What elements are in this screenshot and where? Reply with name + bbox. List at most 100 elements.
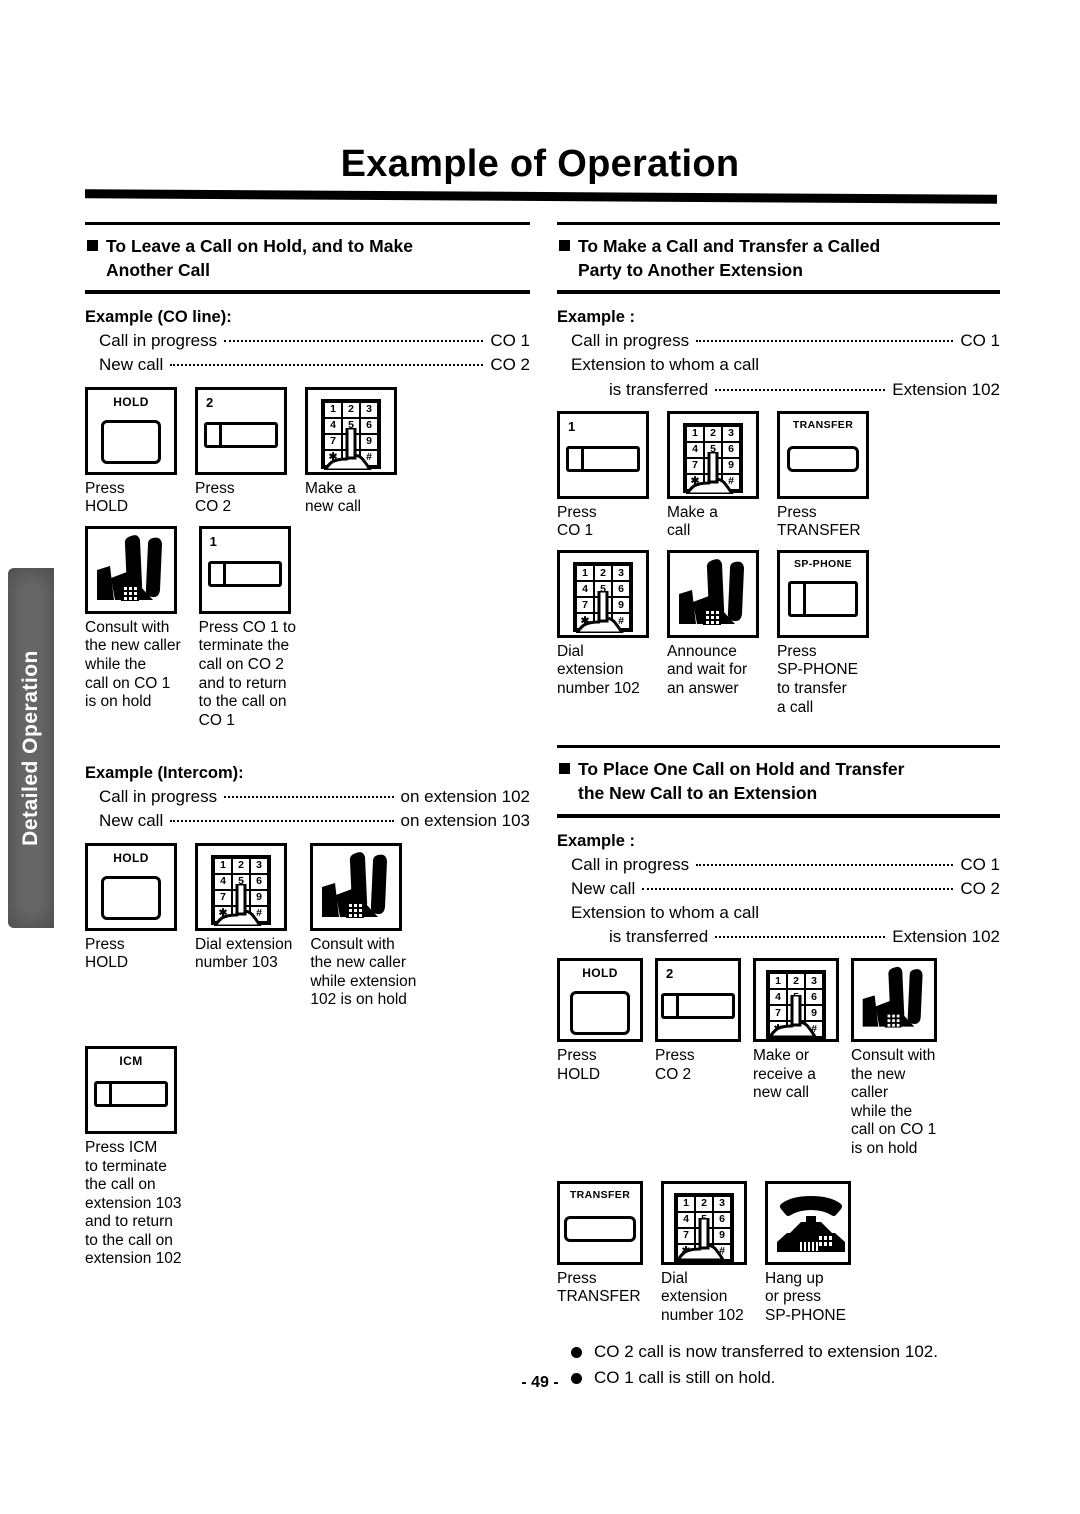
section-leave-call-on-hold: To Leave a Call on Hold, and to Make Ano… [85, 222, 530, 295]
finger-icon [769, 995, 817, 1037]
example-row-label: is transferred [609, 379, 709, 399]
example-row-label: is transferred [609, 926, 709, 946]
step: Announce and wait for an answer [667, 549, 759, 717]
icm-button-icon: ICM [85, 1045, 177, 1134]
led-indicator [791, 583, 806, 614]
step-caption: Dial extension number 103 [195, 935, 293, 972]
step: 123456789✱0# Make a call [667, 410, 759, 541]
step-caption: Press SP-PHONE to transfer a call [777, 642, 858, 716]
leader-dots [224, 340, 484, 343]
example-row: Extension to whom a call [557, 353, 1000, 377]
section-heading-line2: the New Call to an Extension [578, 783, 818, 804]
example-row-label: New call [99, 355, 164, 375]
example-row: New call on extension 103 [85, 809, 530, 833]
example-row-value: CO 2 [960, 878, 1000, 898]
keypad-key: 3 [613, 565, 629, 580]
leader-dots [696, 340, 954, 343]
hold-button-label: HOLD [113, 850, 149, 865]
steps-row: Consult with the new caller while the ca… [85, 525, 530, 731]
section-rule-bottom [557, 290, 1000, 295]
finger-icon [324, 427, 372, 470]
step: Consult with the new caller while extens… [310, 842, 416, 1010]
keypad-press-icon: 123456789✱0# [667, 410, 759, 499]
step-caption: Press TRANSFER [777, 503, 861, 540]
keypad-press-icon: 123456789✱0# [305, 386, 397, 475]
step-caption: Make a new call [305, 479, 361, 516]
leader-dots [715, 935, 886, 938]
co-line-number: 2 [206, 394, 214, 410]
co-line-number: 1 [209, 533, 217, 549]
step-caption: Press HOLD [85, 935, 129, 972]
leader-dots [715, 388, 886, 391]
section-heading-line1: To Make a Call and Transfer a Called [578, 236, 881, 256]
step: Consult with the new caller while the ca… [85, 525, 181, 731]
keypad-key: 2 [233, 858, 249, 873]
manual-page: Example of Operation To Leave a Call on … [0, 0, 1080, 1514]
keypad-press-icon: 123456789✱0# [661, 1180, 747, 1265]
example-intercom: Example (Intercom): Call in progress on … [85, 764, 530, 1269]
example-row: is transferred Extension 102 [557, 378, 1000, 402]
example-row-label: Call in progress [571, 331, 690, 351]
led-indicator [569, 448, 584, 469]
step: 2 Press CO 2 [655, 958, 741, 1159]
section-place-call-hold-transfer: To Place One Call on Hold and Transfer t… [557, 745, 1000, 818]
example-row: Call in progress on extension 102 [85, 785, 530, 809]
section-make-call-transfer: To Make a Call and Transfer a Called Par… [557, 222, 1000, 295]
steps-row: ICM Press ICM to terminate the call on e… [85, 1045, 530, 1269]
page-number: - 49 - [521, 1374, 559, 1391]
step: 2 Press CO 2 [195, 386, 287, 517]
finger-icon [576, 590, 624, 633]
finger-icon [214, 883, 262, 926]
step: 123456789✱0# Dial extension number 102 [557, 549, 649, 717]
round-bullet-icon [571, 1347, 582, 1359]
step-caption: Make or receive a new call [753, 1047, 816, 1102]
keypad-key: 3 [361, 402, 377, 417]
key-face [564, 1215, 636, 1242]
handset-consult-icon [85, 525, 177, 614]
steps-row: TRANSFER Press TRANSFER 123456789✱0# Dia… [557, 1180, 1000, 1326]
key-face [788, 580, 858, 617]
square-bullet-icon [87, 240, 98, 251]
led-indicator [207, 424, 222, 445]
step: 123456789✱0# Dial extension number 102 [661, 1180, 747, 1326]
step-caption: Press CO 2 [195, 479, 235, 516]
keypad-key: 1 [678, 1196, 694, 1211]
example-row-label: New call [571, 878, 636, 898]
step-caption: Announce and wait for an answer [667, 642, 748, 698]
telephone-handset-icon [322, 851, 388, 918]
step: HOLD Press HOLD [557, 958, 643, 1159]
example-row-label: Extension to whom a call [571, 902, 760, 922]
co-button-2-icon: 2 [655, 958, 741, 1042]
example-row-label: Extension to whom a call [571, 355, 760, 375]
step-caption: Press HOLD [85, 479, 129, 516]
telephone-handset-icon [97, 534, 162, 601]
hold-button-icon: HOLD [85, 386, 177, 475]
co-button-1-icon: 1 [198, 525, 291, 614]
step-caption: Dial extension number 102 [661, 1269, 744, 1324]
led-indicator [211, 563, 226, 584]
sp-phone-button-label: SP-PHONE [793, 557, 853, 570]
keypad-key: 3 [251, 858, 267, 873]
steps-row: 123456789✱0# Dial extension number 102 [557, 549, 1000, 717]
square-bullet-icon [559, 763, 570, 775]
transfer-button-label: TRANSFER [569, 1188, 631, 1201]
step: Consult with the new caller while the ca… [851, 958, 937, 1159]
example-row-value: CO 1 [960, 854, 1000, 874]
key-face [101, 875, 161, 920]
step-caption: Consult with the new caller while the ca… [851, 1047, 937, 1157]
steps-row: HOLD Press HOLD 2 Press CO 2 123456789✱0… [557, 958, 1000, 1159]
hold-button-icon: HOLD [557, 958, 643, 1042]
section-heading: To Make a Call and Transfer a Called Par… [557, 225, 1000, 290]
note-item: CO 2 call is now transferred to extensio… [571, 1341, 1000, 1364]
example-title: Example : [557, 831, 635, 850]
leader-dots [696, 863, 954, 866]
sp-phone-button-icon: SP-PHONE [777, 549, 869, 638]
icm-button-label: ICM [119, 1053, 143, 1068]
section-rule-bottom [85, 290, 530, 295]
section-heading-line2: Party to Another Extension [578, 260, 803, 281]
step-caption: Press CO 1 to terminate the call on CO 2… [198, 618, 296, 729]
step-caption: Consult with the new caller while the ca… [85, 618, 181, 711]
step-caption: Press HOLD [557, 1047, 601, 1083]
step: 123456789✱0# Dial extension number 103 [195, 842, 293, 1010]
leader-dots [224, 796, 394, 799]
